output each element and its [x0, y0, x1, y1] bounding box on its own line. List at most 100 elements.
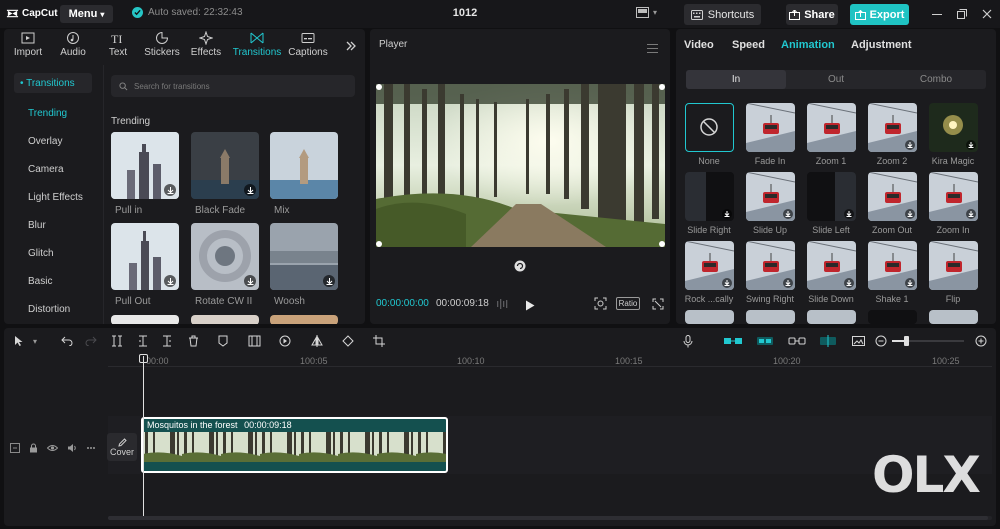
download-icon[interactable] [164, 184, 176, 196]
animation-card-zoom-in[interactable] [929, 172, 978, 221]
close-icon[interactable] [980, 7, 994, 21]
download-icon[interactable] [323, 275, 335, 287]
tool-audio[interactable]: Audio [53, 31, 93, 61]
sidebar-item-trending[interactable]: Trending [28, 108, 67, 119]
transition-card-pull-out[interactable] [111, 223, 179, 290]
rotate-icon[interactable] [341, 334, 355, 348]
animation-card-slide-up[interactable] [746, 172, 795, 221]
sidebar-item-blur[interactable]: Blur [28, 220, 46, 231]
lock-icon[interactable] [29, 440, 38, 458]
crop-handle[interactable] [659, 84, 665, 90]
tool-stickers[interactable]: Stickers [142, 31, 182, 61]
transition-card-woosh[interactable] [270, 223, 338, 290]
split-left-icon[interactable] [136, 334, 150, 348]
animation-card[interactable] [929, 310, 978, 324]
transitions-search-input[interactable]: Search for transitions [111, 75, 355, 97]
download-icon[interactable] [164, 275, 176, 287]
tool-captions[interactable]: Captions [288, 31, 328, 61]
animation-card-swing-right[interactable] [746, 241, 795, 290]
sidebar-item-glitch[interactable]: Glitch [28, 248, 54, 259]
undo-icon[interactable] [60, 334, 74, 348]
cover-button[interactable]: Cover [107, 433, 137, 461]
fit-screen-icon[interactable] [594, 297, 607, 315]
redo-icon[interactable] [84, 334, 98, 348]
animation-card-zoom-1[interactable] [807, 103, 856, 152]
download-icon[interactable] [244, 184, 256, 196]
zoom-slider-handle[interactable] [904, 336, 909, 346]
zoom-slider[interactable] [892, 336, 964, 346]
animation-card-slide-right[interactable] [685, 172, 734, 221]
download-icon[interactable] [722, 209, 732, 219]
eye-icon[interactable] [46, 440, 59, 458]
transition-card[interactable] [191, 315, 259, 324]
sidebar-item-distortion[interactable]: Distortion [28, 304, 70, 315]
animation-card[interactable] [807, 310, 856, 324]
transition-card-black-fade[interactable] [191, 132, 259, 199]
segment-out[interactable]: Out [786, 70, 886, 89]
animation-card-rock-cally[interactable] [685, 241, 734, 290]
animation-card-kira-magic[interactable] [929, 103, 978, 152]
zoom-in-icon[interactable] [974, 334, 988, 348]
tab-video[interactable]: Video [684, 39, 714, 51]
animation-card[interactable] [868, 310, 917, 324]
main-track-magnet-icon[interactable] [724, 334, 742, 348]
animation-card-zoom-out[interactable] [868, 172, 917, 221]
track-toggle-icon[interactable] [10, 440, 20, 458]
transition-card-pull-in[interactable] [111, 132, 179, 199]
double-chevron-right-icon[interactable] [345, 39, 357, 57]
animation-card-flip[interactable] [929, 241, 978, 290]
layout-switcher[interactable]: ▾ [636, 7, 657, 18]
delete-icon[interactable] [186, 334, 200, 348]
animation-card-slide-left[interactable] [807, 172, 856, 221]
rotate-icon[interactable] [514, 259, 526, 277]
download-icon[interactable] [844, 209, 854, 219]
ruler[interactable] [108, 366, 992, 367]
animation-card[interactable] [746, 310, 795, 324]
shortcuts-button[interactable]: Shortcuts [684, 4, 761, 25]
maximize-icon[interactable] [955, 7, 969, 21]
thumbnail-icon[interactable] [851, 334, 865, 348]
download-icon[interactable] [905, 140, 915, 150]
download-icon[interactable] [244, 275, 256, 287]
waveform-icon[interactable] [496, 297, 510, 315]
sidebar-item-basic[interactable]: Basic [28, 276, 52, 287]
tool-text[interactable]: TI Text [98, 31, 138, 61]
category-header[interactable]: • Transitions [14, 73, 92, 93]
timeline-scrollbar[interactable] [108, 516, 992, 520]
split-right-icon[interactable] [160, 334, 174, 348]
transition-card-rotate-cw-ii[interactable] [191, 223, 259, 290]
ratio-button[interactable]: Ratio [616, 297, 640, 310]
tool-transitions[interactable]: Transitions [233, 31, 281, 61]
transition-card-mix[interactable] [270, 132, 338, 199]
animation-card-shake-1[interactable] [868, 241, 917, 290]
crop-icon[interactable] [372, 334, 386, 348]
segment-combo[interactable]: Combo [886, 70, 986, 89]
cursor-icon[interactable] [12, 334, 26, 348]
volume-icon[interactable] [67, 440, 77, 458]
tab-animation[interactable]: Animation [781, 39, 835, 51]
reverse-icon[interactable] [278, 334, 292, 348]
download-icon[interactable] [905, 209, 915, 219]
animation-card-fade-in[interactable] [746, 103, 795, 152]
animation-card-zoom-2[interactable] [868, 103, 917, 152]
minimize-icon[interactable] [930, 7, 944, 21]
download-icon[interactable] [966, 209, 976, 219]
mark-icon[interactable] [216, 334, 230, 348]
crop-handle[interactable] [376, 84, 382, 90]
auto-snap-icon[interactable] [756, 334, 774, 348]
segment-in[interactable]: In [686, 70, 786, 89]
chevron-down-icon[interactable]: ▾ [30, 334, 40, 348]
download-icon[interactable] [783, 209, 793, 219]
menu-button[interactable]: Menu ▾ [60, 5, 113, 23]
tool-import[interactable]: Import [8, 31, 48, 61]
animation-card-slide-down[interactable] [807, 241, 856, 290]
sidebar-item-overlay[interactable]: Overlay [28, 136, 62, 147]
video-preview[interactable] [376, 84, 665, 247]
playhead[interactable] [143, 356, 144, 516]
tool-effects[interactable]: Effects [186, 31, 226, 61]
zoom-out-icon[interactable] [874, 334, 888, 348]
video-clip[interactable]: Mosquitos in the forest 00:00:09:18 [141, 417, 448, 473]
sidebar-item-light-effects[interactable]: Light Effects [28, 192, 83, 203]
animation-card[interactable] [685, 310, 734, 324]
transition-card[interactable] [270, 315, 338, 324]
